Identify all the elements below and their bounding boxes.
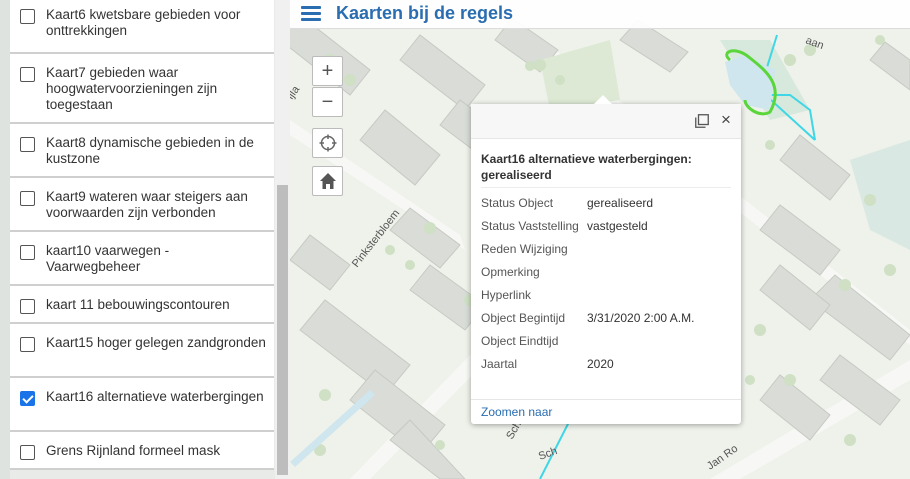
layer-item[interactable]: kaart 11 bebouwingscontouren: [10, 286, 274, 324]
zoom-to-link[interactable]: Zoomen naar: [481, 405, 552, 419]
attribute-row: Reden Wijziging: [481, 241, 694, 264]
attribute-name: Status Object: [481, 196, 554, 210]
popup-footer: Zoomen naar: [471, 399, 741, 424]
layer-label: Kaart9 wateren waar steigers aan voorwaa…: [46, 189, 248, 220]
layer-checkbox[interactable]: [20, 391, 35, 406]
zoom-in-button[interactable]: +: [312, 56, 343, 86]
layer-checkbox[interactable]: [20, 299, 35, 314]
attribute-row: Hyperlink: [481, 287, 694, 310]
attribute-value: gerealiseerd: [587, 196, 654, 210]
map-view[interactable]: Pinksterbloem Jan Ro Sch aan ijla Sch Ka…: [290, 0, 910, 479]
attribute-name: Object Eindtijd: [481, 334, 559, 348]
map-header: Kaarten bij de regels: [290, 0, 910, 29]
layer-checkbox[interactable]: [20, 67, 35, 82]
layer-label: kaart 11 bebouwingscontouren: [46, 297, 230, 312]
attribute-name: Status Vaststelling: [481, 219, 579, 233]
attribute-name: Hyperlink: [481, 288, 532, 302]
street-label-sch-2: Sch: [537, 445, 559, 463]
layer-item[interactable]: Kaart15 hoger gelegen zandgronden: [10, 324, 274, 378]
attribute-row: Jaartal 2020: [481, 356, 694, 379]
popup-divider: [481, 187, 731, 188]
layer-checkbox[interactable]: [20, 337, 35, 352]
locate-button[interactable]: [312, 128, 343, 158]
map-title: Kaarten bij de regels: [336, 3, 514, 23]
attribute-row: Object Begintijd 3/31/2020 2:00 A.M.: [481, 310, 694, 333]
home-icon: [319, 173, 336, 189]
layer-checkbox[interactable]: [20, 191, 35, 206]
attribute-value: 2020: [587, 357, 614, 371]
home-button[interactable]: [312, 166, 343, 196]
street-label-ijla: ijla: [290, 83, 303, 102]
popup-attribute-table: Status Object gerealiseerd Status Vaststel…: [481, 195, 694, 379]
feature-popup: × Kaart16 alternatieve waterbergingen: g…: [471, 95, 741, 424]
layer-label: kaart10 vaarwegen - Vaarwegbeheer: [46, 243, 170, 274]
hamburger-icon[interactable]: [301, 6, 321, 22]
attribute-name: Reden Wijziging: [481, 242, 568, 256]
layer-item[interactable]: Kaart6 kwetsbare gebieden voor onttrekki…: [10, 0, 274, 54]
layer-item[interactable]: Kaart16 alternatieve waterbergingen: [10, 378, 274, 432]
attribute-row: Status Vaststelling vastgesteld: [481, 218, 694, 241]
scrollbar-thumb[interactable]: [277, 185, 288, 475]
layer-item[interactable]: kaart10 vaarwegen - Vaarwegbeheer: [10, 232, 274, 286]
attribute-value: 3/31/2020 2:00 A.M.: [587, 311, 695, 325]
layer-checkbox[interactable]: [20, 245, 35, 260]
attribute-value: vastgesteld: [587, 219, 648, 233]
popup-topbar: ×: [471, 104, 741, 139]
layer-checkbox[interactable]: [20, 445, 35, 460]
layer-item[interactable]: Kaart9 wateren waar steigers aan voorwaa…: [10, 178, 274, 232]
panel-background: [0, 0, 10, 479]
layer-label: Kaart7 gebieden waar hoogwatervoorzienin…: [46, 65, 218, 112]
layer-item[interactable]: Kaart8 dynamische gebieden in de kustzon…: [10, 124, 274, 178]
zoom-out-button[interactable]: −: [312, 87, 343, 117]
layer-label: Grens Rijnland formeel mask: [46, 443, 221, 458]
layer-checkbox[interactable]: [20, 137, 35, 152]
attribute-row: Opmerking: [481, 264, 694, 287]
layer-label: Kaart15 hoger gelegen zandgronden: [46, 335, 266, 350]
close-icon[interactable]: ×: [721, 110, 731, 130]
layer-checkbox[interactable]: [20, 9, 35, 24]
attribute-name: Opmerking: [481, 265, 540, 279]
layer-item[interactable]: Grens Rijnland formeel mask: [10, 432, 274, 470]
street-label-pinksterbloem: Pinksterbloem: [350, 208, 402, 270]
maximize-icon[interactable]: [695, 114, 709, 128]
attribute-name: Jaartal: [481, 357, 518, 371]
attribute-row: Object Eindtijd: [481, 333, 694, 356]
layer-panel: Kaart6 kwetsbare gebieden voor onttrekki…: [0, 0, 290, 479]
crosshair-icon: [319, 134, 336, 152]
layer-list-scrollbar[interactable]: [275, 0, 290, 479]
layer-label: Kaart6 kwetsbare gebieden voor onttrekki…: [46, 7, 241, 38]
layer-label: Kaart8 dynamische gebieden in de kustzon…: [46, 135, 254, 166]
attribute-row: Status Object gerealiseerd: [481, 195, 694, 218]
popup-title: Kaart16 alternatieve waterbergingen: ger…: [481, 152, 692, 182]
layer-list: Kaart6 kwetsbare gebieden voor onttrekki…: [10, 0, 274, 470]
layer-label: Kaart16 alternatieve waterbergingen: [46, 389, 264, 404]
layer-item[interactable]: Kaart7 gebieden waar hoogwatervoorzienin…: [10, 54, 274, 124]
attribute-name: Object Begintijd: [481, 311, 566, 325]
